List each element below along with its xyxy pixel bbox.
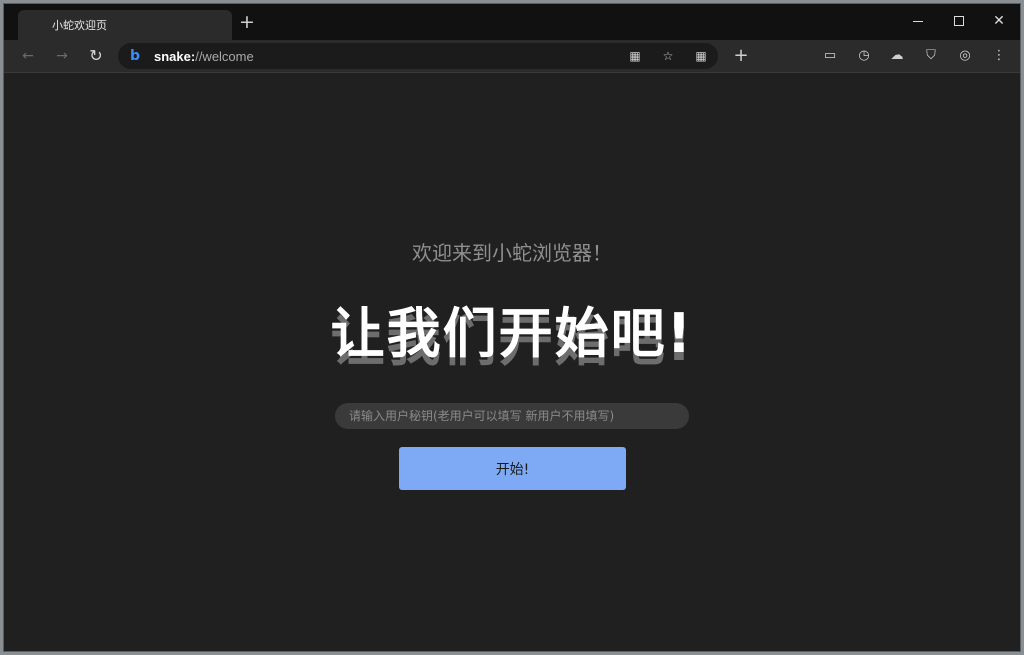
url-text: snake://welcome [154,49,254,64]
collections-icon[interactable]: ▭ [819,45,841,67]
url-scheme: snake: [154,48,196,64]
add-icon[interactable]: + [730,45,752,67]
page-title: 让我们开始吧! [330,302,694,365]
address-bar[interactable]: b snake://welcome ▦ ☆ ▦ [118,43,718,69]
browser-window: 小蛇欢迎页 + ✕ ← → ↻ b snake://welcome ▦ ☆ ▦ … [3,3,1021,652]
welcome-text: 欢迎来到小蛇浏览器！ [412,241,612,265]
minimize-icon [913,20,923,22]
reload-button[interactable]: ↻ [84,45,108,67]
minimize-button[interactable] [903,10,933,32]
start-button[interactable]: 开始! [399,447,626,490]
url-path: //welcome [195,48,254,64]
tab-welcome[interactable]: 小蛇欢迎页 [18,10,232,40]
maximize-button[interactable] [944,10,974,32]
forward-button[interactable]: → [50,45,74,67]
tab-strip: 小蛇欢迎页 + ✕ [4,4,1020,40]
toolbar: ← → ↻ b snake://welcome ▦ ☆ ▦ + ▭ ◷ ☁ ⛉ … [4,40,1020,73]
new-tab-button[interactable]: + [236,12,258,34]
bing-icon: b [130,48,141,64]
page-content: 欢迎来到小蛇浏览器！ 让我们开始吧! 让我们开始吧! 开始! [4,73,1020,651]
maximize-icon [954,16,964,26]
back-button[interactable]: ← [16,45,40,67]
qr-code-icon[interactable]: ▦ [626,47,644,65]
cloud-upload-icon[interactable]: ☁ [886,45,908,67]
favorite-star-icon[interactable]: ☆ [659,47,677,65]
shield-icon[interactable]: ⛉ [920,45,942,67]
close-window-button[interactable]: ✕ [984,10,1014,32]
profile-icon[interactable]: ◎ [954,45,976,67]
menu-icon[interactable]: ⋮ [988,45,1010,67]
secret-key-input[interactable] [335,403,689,429]
history-icon[interactable]: ◷ [853,45,875,67]
tab-title: 小蛇欢迎页 [52,19,107,32]
apps-icon[interactable]: ▦ [692,47,710,65]
